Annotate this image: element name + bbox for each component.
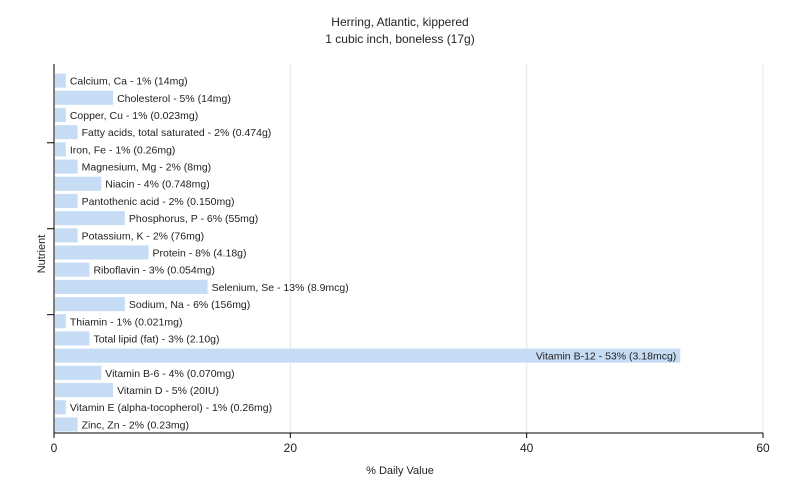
bar-data-label: Phosphorus, P - 6% (55mg) (129, 213, 258, 225)
bar (55, 90, 114, 105)
bar-data-label: Total lipid (fat) - 3% (2.10g) (93, 333, 219, 345)
bar-data-label: Cholesterol - 5% (14mg) (117, 93, 231, 105)
x-tick-label: 60 (756, 441, 770, 455)
chart-root: Herring, Atlantic, kippered 1 cubic inch… (0, 0, 800, 500)
bar-data-label: Calcium, Ca - 1% (14mg) (70, 76, 188, 88)
bar-data-label: Iron, Fe - 1% (0.26mg) (70, 144, 176, 156)
bar (55, 314, 66, 329)
bar (55, 400, 66, 415)
bar-data-label: Potassium, K - 2% (76mg) (82, 230, 205, 242)
bar (55, 176, 102, 191)
bar-data-label: Selenium, Se - 13% (8.9mcg) (212, 282, 349, 294)
bar (55, 297, 125, 312)
x-tick-label: 20 (284, 441, 298, 455)
bar-data-label: Fatty acids, total saturated - 2% (0.474… (82, 127, 272, 139)
bar (55, 245, 149, 260)
bar (55, 142, 66, 157)
bar (55, 365, 102, 380)
bar (55, 382, 114, 398)
bar-data-label: Vitamin B-12 - 53% (3.18mcg) (536, 351, 676, 363)
bar (55, 107, 66, 123)
bar-data-label: Riboflavin - 3% (0.054mg) (93, 265, 214, 277)
bar-data-label: Magnesium, Mg - 2% (8mg) (82, 162, 212, 174)
bar (55, 193, 78, 208)
bar-data-label: Zinc, Zn - 2% (0.23mg) (82, 419, 189, 431)
bar (55, 228, 78, 243)
bar (55, 211, 125, 226)
x-axis-label: % Daily Value (366, 465, 434, 477)
x-tick-label: 40 (520, 441, 534, 455)
bar (55, 279, 208, 294)
bar (55, 125, 78, 140)
chart-plot: Calcium, Ca - 1% (14mg) Cholesterol - 5% … (47, 64, 770, 455)
grid-layer (289, 64, 764, 433)
bar-data-label: Thiamin - 1% (0.021mg) (70, 316, 183, 328)
bar-data-label: Niacin - 4% (0.748mg) (105, 179, 209, 191)
bar-data-label: Vitamin E (alpha-tocopherol) - 1% (0.26m… (70, 402, 272, 414)
bar-data-label: Sodium, Na - 6% (156mg) (129, 299, 250, 311)
y-axis-label: Nutrient (36, 234, 48, 274)
bar (55, 331, 90, 346)
bar (55, 262, 90, 277)
bar-data-label: Vitamin B-6 - 4% (0.070mg) (105, 368, 234, 380)
bar (55, 73, 66, 88)
bar-layer: Calcium, Ca - 1% (14mg) Cholesterol - 5% … (55, 73, 681, 432)
bar-data-label: Vitamin D - 5% (20IU) (117, 385, 219, 397)
bar-data-label: Copper, Cu - 1% (0.023mg) (70, 110, 198, 122)
bar (55, 417, 78, 432)
bar-data-label: Protein - 8% (4.18g) (153, 248, 247, 260)
bar (55, 159, 78, 174)
x-tick-label: 0 (51, 441, 58, 455)
bar-data-label: Pantothenic acid - 2% (0.150mg) (82, 196, 235, 208)
